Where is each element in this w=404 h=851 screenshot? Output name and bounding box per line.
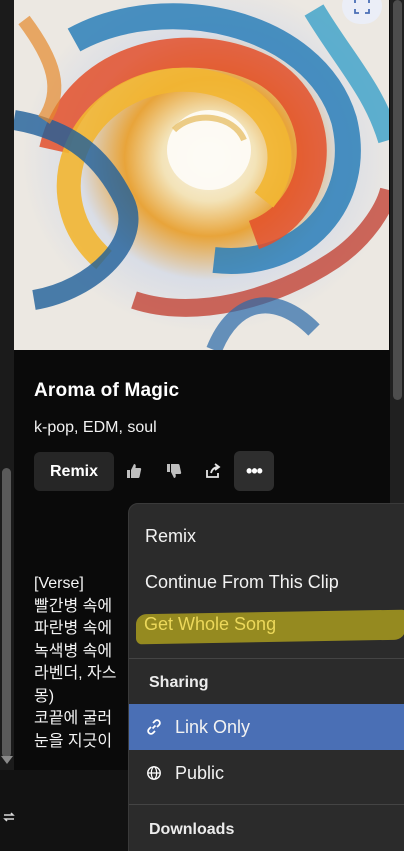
menu-item-label: Link Only — [175, 716, 251, 737]
menu-item-get-whole-song[interactable]: Get Whole Song — [144, 614, 276, 635]
menu-item-continue-from-clip[interactable]: Continue From This Clip — [129, 560, 404, 604]
menu-divider — [129, 658, 404, 659]
menu-item-remix[interactable]: Remix — [129, 514, 404, 558]
cover-artwork — [14, 0, 389, 350]
share-button[interactable] — [200, 458, 226, 484]
song-tags: k-pop, EDM, soul — [34, 419, 157, 436]
bottom-player-bar — [0, 770, 130, 851]
menu-divider — [129, 804, 404, 805]
globe-icon — [145, 764, 163, 782]
share-icon — [206, 463, 221, 478]
song-title: Aroma of Magic — [34, 380, 180, 401]
menu-section-sharing: Sharing — [149, 674, 209, 691]
thumbs-down-icon — [167, 464, 182, 478]
scan-icon — [354, 0, 370, 14]
dislike-button[interactable] — [161, 458, 187, 484]
more-options-button[interactable]: ••• — [234, 451, 274, 491]
menu-item-link-only[interactable]: Link Only — [129, 704, 404, 750]
menu-section-downloads: Downloads — [149, 821, 235, 838]
right-scrollbar-thumb[interactable] — [393, 0, 402, 400]
left-scroll-down-arrow-icon[interactable] — [1, 756, 13, 764]
left-scrollbar-thumb[interactable] — [2, 468, 11, 758]
link-icon — [145, 718, 163, 736]
thumbs-up-icon — [127, 464, 142, 478]
menu-item-public[interactable]: Public — [129, 751, 404, 795]
cover-artwork-image — [14, 0, 389, 350]
like-button[interactable] — [121, 458, 147, 484]
more-options-menu: Remix Continue From This Clip Sharing Li… — [128, 503, 404, 851]
repeat-icon[interactable] — [2, 810, 16, 824]
menu-item-label: Public — [175, 762, 225, 783]
remix-button[interactable]: Remix — [34, 452, 114, 491]
